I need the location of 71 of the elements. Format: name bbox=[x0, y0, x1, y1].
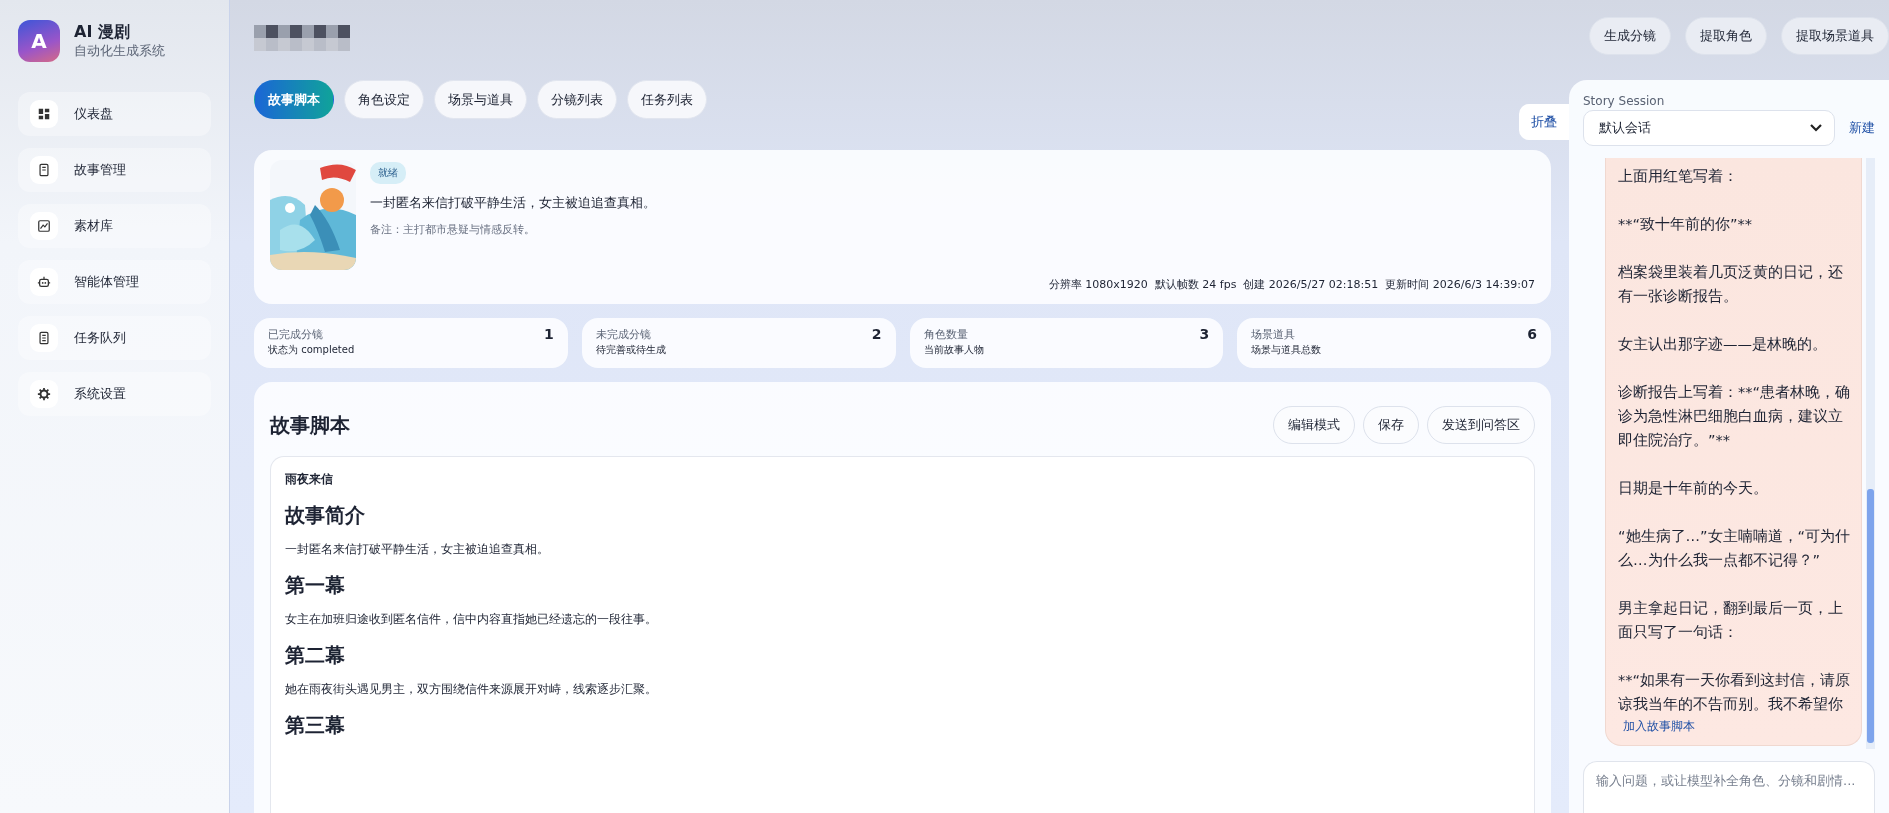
session-label: Story Session bbox=[1583, 94, 1666, 108]
message-text: **“如果有一天你看到这封信，请原谅我当年的不告而别。我不希望你 bbox=[1618, 671, 1851, 714]
image-icon bbox=[37, 219, 51, 233]
stat-value: 2 bbox=[871, 326, 882, 342]
script-button[interactable]: 编辑模式 bbox=[1273, 406, 1355, 444]
robot-icon bbox=[37, 275, 51, 289]
script-button[interactable]: 保存 bbox=[1363, 406, 1419, 444]
section-heading: 第一幕 bbox=[285, 572, 346, 599]
sidebar-item[interactable]: 任务队列 bbox=[18, 316, 211, 360]
question-input[interactable]: 输入问题，或让模型补全角色、分镜和剧情... bbox=[1583, 761, 1875, 813]
document-heading: 雨夜来信 bbox=[285, 471, 334, 488]
status-badge: 就绪 bbox=[370, 162, 406, 184]
stat-label: 未完成分镜 bbox=[595, 326, 651, 342]
header-button[interactable]: 提取场景道具 bbox=[1781, 16, 1889, 55]
story-note: 备注：主打都市悬疑与情感反转。 bbox=[370, 222, 535, 237]
app-subtitle: 自动化生成系统 bbox=[74, 42, 165, 60]
story-summary: 一封匿名来信打破平静生活，女主被迫追查真相。 bbox=[370, 194, 656, 212]
new-session-link[interactable]: 新建 bbox=[1849, 119, 1875, 137]
stat-label: 已完成分镜 bbox=[268, 326, 323, 342]
stat-label: 角色数量 bbox=[923, 326, 968, 342]
sidebar-item[interactable]: 仪表盘 bbox=[18, 92, 211, 136]
section-text: 女主在加班归途收到匿名信件，信中内容直指她已经遗忘的一段往事。 bbox=[285, 611, 658, 628]
stat-value: 3 bbox=[1199, 326, 1210, 342]
chevron-icon bbox=[1810, 124, 1822, 132]
story-meta: 默认帧数 24 fps bbox=[1154, 277, 1237, 292]
settings-icon bbox=[37, 387, 51, 401]
sidebar-item[interactable]: 素材库 bbox=[18, 204, 211, 248]
section-title: 故事脚本 bbox=[270, 411, 350, 439]
sidebar-item[interactable]: 智能体管理 bbox=[18, 260, 211, 304]
story-meta: 更新时间 2026/6/3 14:39:07 bbox=[1385, 277, 1535, 292]
sidebar-item[interactable]: 故事管理 bbox=[18, 148, 211, 192]
stat-value: 6 bbox=[1527, 326, 1537, 342]
tab[interactable]: 角色设定 bbox=[344, 80, 424, 119]
scrollbar[interactable] bbox=[1866, 158, 1875, 749]
section-heading: 故事简介 bbox=[285, 502, 366, 529]
story-meta: 创建 2026/5/27 02:18:51 bbox=[1243, 277, 1379, 292]
list-icon bbox=[37, 331, 51, 345]
section-text: 一封匿名来信打破平静生活，女主被迫追查真相。 bbox=[285, 541, 550, 558]
tab[interactable]: 任务列表 bbox=[627, 80, 707, 119]
message-text: **“致十年前的你”** bbox=[1618, 215, 1754, 234]
stat-caption: 待完善或待生成 bbox=[595, 343, 667, 357]
message-text: 档案袋里装着几页泛黄的日记，还有一张诊断报告。 bbox=[1618, 263, 1844, 306]
stat-label: 场景道具 bbox=[1251, 326, 1296, 342]
sidebar-item[interactable]: 系统设置 bbox=[18, 372, 211, 416]
section-heading: 第二幕 bbox=[285, 642, 346, 669]
message-text: 上面用红笔写着： bbox=[1618, 167, 1739, 186]
message-text: 男主拿起日记，翻到最后一页，上面只写了一句话： bbox=[1618, 599, 1844, 642]
message-text: 日期是十年前的今天。 bbox=[1618, 479, 1769, 498]
message-text: 诊断报告上写着：**“患者林晚，确诊为急性淋巴细胞白血病，建议立即住院治疗。”** bbox=[1618, 383, 1851, 450]
session-select[interactable]: 默认会话 bbox=[1583, 110, 1835, 146]
add-to-script-link[interactable]: 加入故事脚本 bbox=[1618, 716, 1851, 735]
stat-caption: 场景与道具总数 bbox=[1251, 343, 1323, 357]
tab[interactable]: 故事脚本 bbox=[254, 80, 334, 119]
header-button[interactable]: 生成分镜 bbox=[1589, 16, 1671, 55]
story-meta: 分辨率 1080x1920 bbox=[1048, 277, 1148, 292]
app-logo: A bbox=[18, 20, 60, 62]
section-heading: 第三幕 bbox=[285, 712, 346, 739]
stat-caption: 状态为 completed bbox=[268, 343, 356, 357]
collapse-button[interactable]: 折叠 bbox=[1519, 104, 1569, 140]
message-text: 女主认出那字迹——是林晚的。 bbox=[1618, 335, 1828, 354]
document-icon bbox=[37, 163, 51, 177]
message-text: “她生病了…”女主喃喃道，“可为什么…为什么我一点都不记得？” bbox=[1618, 527, 1852, 570]
section-text: 她在雨夜街头遇见男主，双方围绕信件来源展开对峙，线索逐步汇聚。 bbox=[285, 681, 658, 698]
script-button[interactable]: 发送到问答区 bbox=[1427, 406, 1535, 444]
header-button[interactable]: 提取角色 bbox=[1685, 16, 1767, 55]
stat-caption: 当前故事人物 bbox=[923, 343, 985, 357]
tab[interactable]: 分镜列表 bbox=[537, 80, 617, 119]
app-title: AI 漫剧 bbox=[74, 22, 131, 42]
dashboard-icon bbox=[37, 107, 51, 121]
stat-value: 1 bbox=[544, 326, 554, 342]
tab[interactable]: 场景与道具 bbox=[434, 80, 527, 119]
